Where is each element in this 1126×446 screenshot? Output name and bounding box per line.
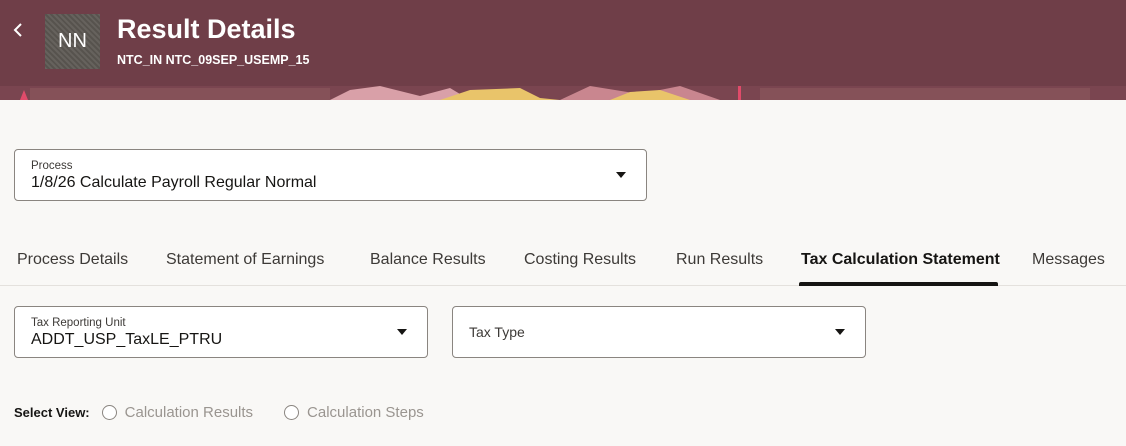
avatar-initials: NN: [58, 30, 87, 52]
select-view-label: Select View:: [14, 404, 90, 420]
tab-tax-calculation-statement[interactable]: Tax Calculation Statement: [801, 251, 1000, 269]
tax-type-select[interactable]: Tax Type: [452, 306, 866, 358]
tax-reporting-unit-label: Tax Reporting Unit: [31, 317, 126, 329]
tab-process-details[interactable]: Process Details: [17, 251, 128, 269]
radio-calculation-steps-label: Calculation Steps: [307, 403, 424, 421]
tab-run-results[interactable]: Run Results: [676, 251, 763, 269]
chevron-left-icon: [13, 23, 22, 37]
page-subtitle: NTC_IN NTC_09SEP_USEMP_15: [117, 53, 310, 67]
radio-circle-icon: [284, 404, 300, 420]
radio-circle-icon: [101, 404, 117, 420]
process-value: 1/8/26 Calculate Payroll Regular Normal: [31, 174, 317, 191]
tab-messages[interactable]: Messages: [1032, 251, 1105, 269]
select-view-group: Select View: Calculation Results Calcula…: [14, 402, 455, 422]
active-tab-indicator: [799, 282, 998, 286]
header-decorative-band: [0, 86, 1126, 100]
page-title: Result Details: [117, 14, 296, 44]
tab-costing-results[interactable]: Costing Results: [524, 251, 636, 269]
process-select[interactable]: Process 1/8/26 Calculate Payroll Regular…: [14, 149, 647, 201]
tax-reporting-unit-select[interactable]: Tax Reporting Unit ADDT_USP_TaxLE_PTRU: [14, 306, 428, 358]
avatar: NN: [45, 14, 100, 69]
tax-type-placeholder: Tax Type: [469, 324, 525, 340]
radio-calculation-results-label: Calculation Results: [124, 403, 254, 421]
tab-bar: Process Details Statement of Earnings Ba…: [0, 240, 1126, 286]
process-label: Process: [31, 160, 73, 172]
chevron-down-icon: [397, 329, 407, 335]
radio-calculation-steps[interactable]: Calculation Steps: [284, 404, 424, 421]
tab-statement-of-earnings[interactable]: Statement of Earnings: [166, 251, 324, 269]
page-header: NN Result Details NTC_IN NTC_09SEP_USEMP…: [0, 0, 1126, 100]
back-button[interactable]: [9, 18, 29, 42]
tab-balance-results[interactable]: Balance Results: [370, 251, 486, 269]
tax-reporting-unit-value: ADDT_USP_TaxLE_PTRU: [31, 331, 223, 348]
chevron-down-icon: [616, 172, 626, 178]
chevron-down-icon: [835, 329, 845, 335]
radio-calculation-results[interactable]: Calculation Results: [101, 403, 254, 421]
